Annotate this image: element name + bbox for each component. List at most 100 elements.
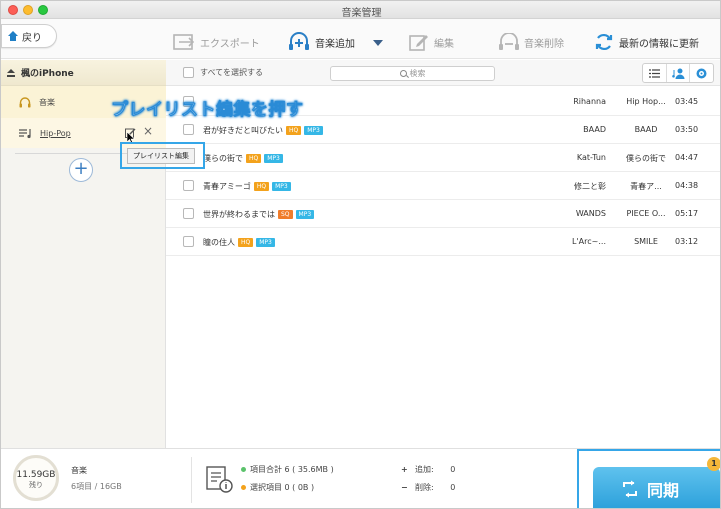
- delete-count-label: 削除:: [415, 483, 434, 492]
- track-artist: 修二と彰: [574, 182, 606, 191]
- track-artist: L'Arc~...: [572, 237, 606, 246]
- select-all-checkbox[interactable]: [183, 67, 194, 78]
- total-dot: [241, 467, 246, 472]
- sync-icon: [623, 480, 637, 498]
- track-album: 僕らの街で: [626, 154, 666, 163]
- edit-icon: [409, 35, 428, 51]
- headphones-icon: [19, 96, 31, 107]
- playlist-icon: [19, 128, 31, 138]
- sidebar-item-music-label: 音楽: [39, 97, 55, 107]
- format-badge: MP3: [264, 154, 283, 163]
- row-checkbox[interactable]: [183, 180, 194, 191]
- back-button-label: 戻り: [22, 32, 42, 44]
- album-view-button[interactable]: [690, 64, 713, 82]
- delete-count: − 削除: 0: [401, 483, 456, 492]
- refresh-label: 最新の情報に更新: [619, 38, 699, 50]
- toolbar: 戻り エクスポート 音楽追加 編集 音楽削除 最新の情報に更新: [1, 19, 720, 59]
- window-title: 音楽管理: [341, 8, 382, 19]
- back-button[interactable]: 戻り: [1, 24, 57, 48]
- storage-free: 11.59GB: [16, 470, 56, 480]
- edit-button[interactable]: 編集: [409, 31, 454, 53]
- total-items-text: 項目合計 6 ( 35.6MB ): [250, 465, 334, 474]
- sync-button[interactable]: 同期: [593, 467, 720, 508]
- list-view-button[interactable]: [643, 64, 667, 82]
- track-title: 君が好きだと叫びたい HQ MP3: [203, 125, 323, 136]
- quality-badge: HQ: [246, 154, 262, 163]
- export-button[interactable]: エクスポート: [173, 31, 260, 53]
- storage-summary: 6項目 / 16GB: [71, 482, 122, 491]
- add-count-label: 追加:: [415, 465, 434, 474]
- track-duration: 05:17: [675, 209, 699, 218]
- track-artist: Kat-Tun: [576, 153, 606, 162]
- add-music-dropdown-icon[interactable]: [373, 40, 383, 46]
- refresh-button[interactable]: 最新の情報に更新: [594, 31, 699, 53]
- search-input[interactable]: 検索: [330, 66, 495, 81]
- album-view-icon: [696, 68, 707, 78]
- quality-badge: SQ: [278, 210, 293, 219]
- track-album: BAAD: [634, 125, 658, 134]
- title-bar: 音楽管理: [1, 1, 720, 19]
- table-row[interactable]: 青春アミーゴ HQ MP3 修二と彰 青春ア... 04:38: [166, 172, 720, 200]
- quality-badge: HQ: [238, 238, 254, 247]
- add-playlist-button[interactable]: +: [69, 158, 93, 182]
- track-title: 僕らの街で HQ MP3: [203, 153, 283, 164]
- device-row[interactable]: 楓のiPhone: [1, 60, 166, 86]
- add-count: + 追加: 0: [401, 465, 456, 474]
- track-title: 青春アミーゴ HQ MP3: [203, 181, 291, 192]
- add-count-value: 0: [450, 465, 456, 474]
- track-duration: 04:47: [675, 153, 699, 162]
- select-all[interactable]: すべてを選択する: [183, 67, 263, 78]
- artist-view-button[interactable]: [667, 64, 691, 82]
- delete-music-icon: [499, 33, 519, 50]
- sync-highlight-box: 同期 1: [577, 449, 720, 508]
- track-album: PIECE O...: [626, 209, 666, 218]
- table-row[interactable]: 世界が終わるまでは SQ MP3 WANDS PIECE O... 05:17: [166, 200, 720, 228]
- format-badge: MP3: [272, 182, 291, 191]
- add-music-button[interactable]: 音楽追加: [288, 31, 355, 53]
- format-badge: MP3: [304, 126, 323, 135]
- track-title: 世界が終わるまでは SQ MP3: [203, 209, 315, 220]
- track-album: SMILE: [634, 237, 658, 246]
- format-badge: MP3: [256, 238, 275, 247]
- refresh-icon: [595, 33, 613, 51]
- track-duration: 03:45: [675, 97, 699, 106]
- file-info-icon: [206, 466, 233, 493]
- storage-free-label: 残り: [29, 481, 43, 489]
- export-label: エクスポート: [200, 38, 260, 50]
- device-name: 楓のiPhone: [21, 69, 74, 79]
- track-duration: 04:38: [675, 181, 699, 190]
- total-items-stat: 項目合計 6 ( 35.6MB ): [241, 464, 334, 475]
- home-icon: [8, 31, 18, 41]
- table-row[interactable]: 君が好きだと叫びたい HQ MP3 BAAD BAAD 03:50: [166, 116, 720, 144]
- delete-playlist-icon[interactable]: ×: [143, 125, 153, 137]
- delete-music-button[interactable]: 音楽削除: [499, 31, 564, 53]
- row-checkbox[interactable]: [183, 124, 194, 135]
- export-icon: [173, 34, 195, 50]
- edit-playlist-tooltip: プレイリスト編集: [127, 148, 195, 164]
- edit-label: 編集: [434, 38, 454, 50]
- row-checkbox[interactable]: [183, 236, 194, 247]
- eject-icon[interactable]: [7, 68, 15, 77]
- quality-badge: HQ: [253, 182, 270, 191]
- track-artist: BAAD: [583, 125, 606, 134]
- sync-count-badge: 1: [707, 457, 720, 471]
- format-badge: MP3: [295, 210, 315, 219]
- quality-badge: HQ: [286, 126, 302, 135]
- instruction-annotation: プレイリスト編集を押す: [111, 100, 304, 121]
- track-title: 瞳の住人 HQ MP3: [203, 237, 275, 248]
- status-footer: 11.59GB 残り 音楽 6項目 / 16GB 項目合計 6 ( 35.6MB…: [1, 448, 720, 508]
- view-mode-group: [642, 63, 714, 83]
- search-icon: [399, 70, 407, 77]
- playlist-name[interactable]: Hip-Pop: [40, 129, 71, 138]
- storage-category: 音楽: [71, 466, 87, 475]
- selected-items-stat: 選択項目 0 ( 0B ): [241, 482, 314, 493]
- delete-count-value: 0: [450, 483, 456, 492]
- list-header: すべてを選択する 検索: [166, 60, 720, 86]
- selected-dot: [241, 485, 246, 490]
- selected-items-text: 選択項目 0 ( 0B ): [250, 483, 315, 492]
- app-window: 音楽管理 戻り エクスポート 音楽追加 編集 音楽削除 最新の情報に更新 楓のi…: [0, 0, 721, 509]
- table-row[interactable]: 僕らの街で HQ MP3 Kat-Tun 僕らの街で 04:47: [166, 144, 720, 172]
- track-duration: 03:12: [675, 237, 699, 246]
- row-checkbox[interactable]: [183, 208, 194, 219]
- table-row[interactable]: 瞳の住人 HQ MP3 L'Arc~... SMILE 03:12: [166, 228, 720, 256]
